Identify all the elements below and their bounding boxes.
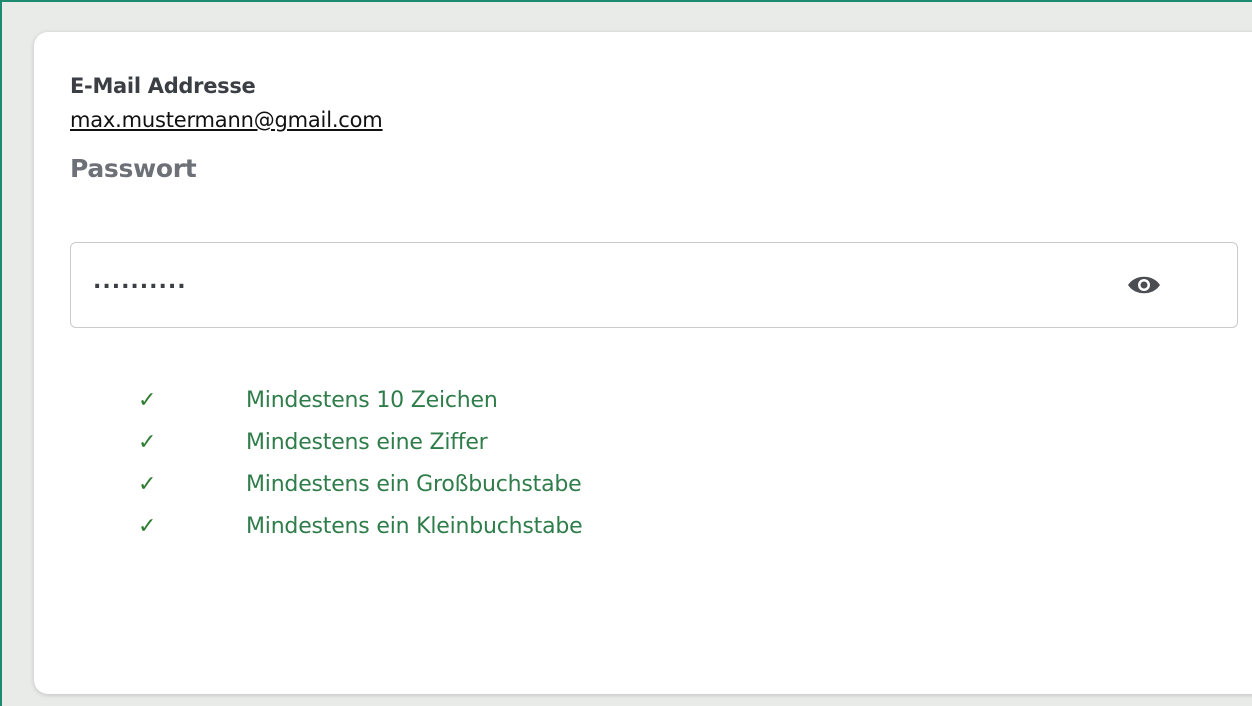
check-icon: ✓ xyxy=(138,388,157,413)
rule-text: Mindestens eine Ziffer xyxy=(246,430,488,455)
rule-text: Mindestens ein Kleinbuchstabe xyxy=(246,514,583,539)
eye-icon[interactable] xyxy=(1127,273,1161,297)
password-label: Passwort xyxy=(70,154,197,183)
check-icon: ✓ xyxy=(138,472,157,497)
window-frame: E-Mail Addresse max.mustermann@gmail.com… xyxy=(0,0,1252,706)
check-icon: ✓ xyxy=(138,514,157,539)
email-label: E-Mail Addresse xyxy=(70,74,256,98)
rule-text: Mindestens ein Großbuchstabe xyxy=(246,472,582,497)
rule-text: Mindestens 10 Zeichen xyxy=(246,388,498,413)
password-mask: .......... xyxy=(93,269,187,294)
check-icon: ✓ xyxy=(138,430,157,455)
email-link[interactable]: max.mustermann@gmail.com xyxy=(70,108,383,132)
password-input[interactable]: .......... xyxy=(70,242,1238,328)
